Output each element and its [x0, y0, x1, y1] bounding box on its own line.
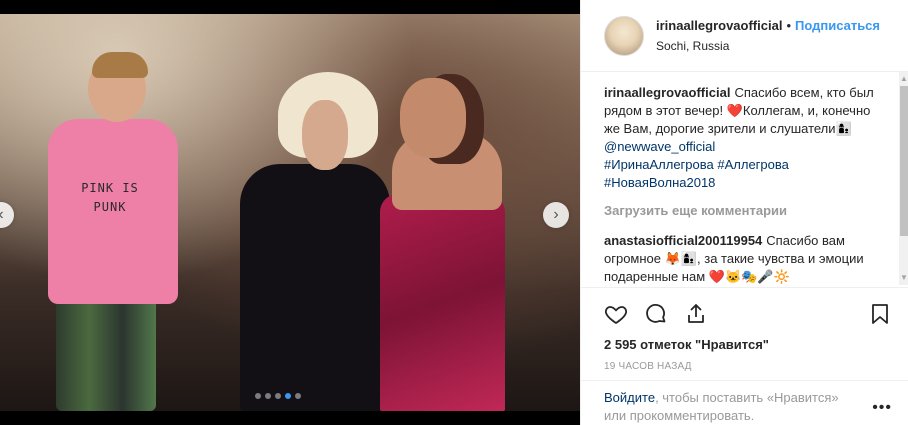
heart-icon[interactable] [604, 302, 628, 326]
scroll-thumb[interactable] [900, 86, 908, 236]
woman2-figure-dress [380, 194, 505, 411]
follow-button[interactable]: Подписаться [795, 18, 880, 33]
login-prompt: Войдите, чтобы поставить «Нравится» или … [581, 380, 908, 425]
woman-figure-face [302, 100, 348, 170]
man-figure-hair [92, 52, 148, 78]
carousel-dot[interactable] [265, 393, 271, 399]
people-emoji: 👩‍👦 [835, 121, 852, 136]
comment-emoji-1: 🦊👩‍👦 [664, 251, 698, 266]
carousel-dots [255, 393, 301, 399]
login-prompt-text-1: , чтобы поставить «Нравится» [655, 390, 839, 405]
woman-figure-dress [240, 164, 390, 411]
login-link[interactable]: Войдите [604, 390, 655, 405]
load-more-comments-button[interactable]: Загрузить еще комментарии [604, 202, 885, 220]
comment-item: anastasiofficial200119954 Спасибо вам огр… [604, 232, 885, 285]
bookmark-icon[interactable] [868, 302, 892, 326]
carousel-dot-active[interactable] [285, 393, 291, 399]
carousel-next-button[interactable]: › [543, 202, 569, 228]
more-options-icon[interactable]: ••• [872, 399, 892, 417]
post-actions: 2 595 отметок "Нравится" 19 часов назад [581, 287, 908, 372]
carousel-dot[interactable] [295, 393, 301, 399]
header-separator: • [786, 18, 791, 33]
post-sidebar: irinaallegrovaofficial • Подписаться Soc… [580, 0, 908, 425]
comment-emoji-2: ❤️🐱🎭🎤🔆 [708, 269, 790, 284]
location-link[interactable]: Sochi, Russia [656, 39, 880, 53]
login-prompt-text-2: или прокомментировать. [604, 408, 755, 423]
woman2-figure-head [400, 78, 466, 158]
caption-username[interactable]: irinaallegrovaofficial [604, 85, 730, 100]
comment-icon[interactable] [644, 302, 668, 326]
post-photo[interactable]: PINK IS PUNK ‹ › [0, 0, 580, 425]
share-icon[interactable] [684, 302, 708, 326]
likes-count[interactable]: 2 595 отметок "Нравится" [604, 337, 892, 352]
caption: irinaallegrovaofficial Спасибо всем, кто … [604, 84, 885, 192]
hashtag-link[interactable]: #Аллегрова [717, 157, 789, 172]
mention-link[interactable]: @newwave_official [604, 139, 715, 154]
comments-list[interactable]: irinaallegrovaofficial Спасибо всем, кто … [581, 72, 899, 285]
hashtag-link[interactable]: #ИринаАллегрова [604, 157, 714, 172]
man-figure-pants [56, 299, 156, 411]
comment-username[interactable]: anastasiofficial200119954 [604, 233, 762, 248]
post-timestamp[interactable]: 19 часов назад [604, 361, 892, 372]
hashtag-link[interactable]: #НоваяВолна2018 [604, 175, 715, 190]
header-username[interactable]: irinaallegrovaofficial [656, 18, 782, 33]
scroll-up-arrow-icon[interactable]: ▲ [900, 74, 908, 84]
carousel-dot[interactable] [275, 393, 281, 399]
avatar[interactable] [604, 15, 644, 56]
scroll-down-arrow-icon[interactable]: ▼ [900, 273, 908, 283]
heart-emoji: ❤️ [726, 103, 743, 118]
shirt-print: PINK IS PUNK [81, 181, 139, 214]
carousel-dot[interactable] [255, 393, 261, 399]
concert-photo: PINK IS PUNK [0, 14, 580, 411]
comments-scrollbar[interactable]: ▲ ▼ [899, 72, 908, 285]
post-header: irinaallegrovaofficial • Подписаться Soc… [581, 0, 908, 72]
